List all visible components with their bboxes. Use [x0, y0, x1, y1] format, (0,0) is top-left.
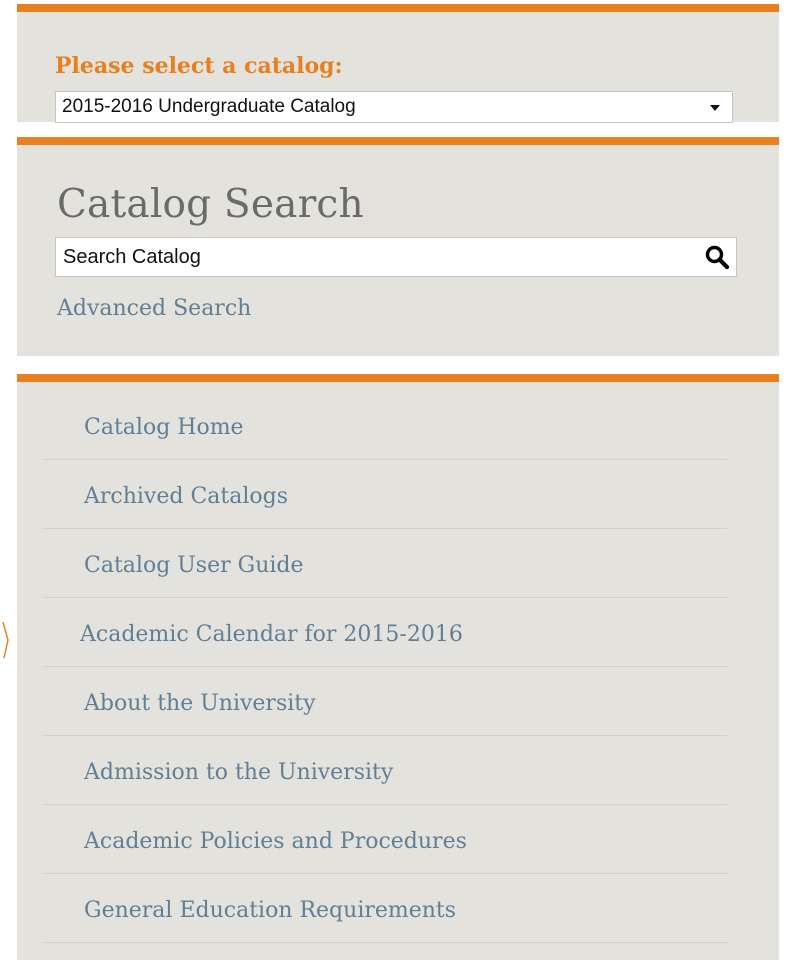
orange-top-border	[17, 137, 779, 145]
nav-item-admission: Admission to the University	[43, 736, 727, 805]
nav-item-academic-calendar: Academic Calendar for 2015-2016	[43, 598, 727, 667]
edge-annotation-mark	[2, 621, 9, 659]
nav-item-about-university: About the University	[43, 667, 727, 736]
nav-item-academic-policies: Academic Policies and Procedures	[43, 805, 727, 874]
orange-top-border	[17, 374, 779, 382]
nav-link-general-education[interactable]: General Education Requirements	[84, 896, 456, 926]
search-box	[55, 237, 737, 277]
nav-item-catalog-home: Catalog Home	[43, 391, 727, 460]
catalog-search-title: Catalog Search	[57, 182, 364, 227]
catalog-selector-panel: Please select a catalog: 2015-2016 Under…	[17, 4, 779, 123]
search-input[interactable]	[56, 238, 686, 276]
catalog-nav-panel: Catalog Home Archived Catalogs Catalog U…	[17, 374, 779, 960]
nav-link-academic-calendar[interactable]: Academic Calendar for 2015-2016	[80, 620, 463, 650]
nav-item-general-education: General Education Requirements	[43, 874, 727, 943]
catalog-dropdown-name: Undergraduate Catalog	[158, 96, 356, 117]
nav-link-about-university[interactable]: About the University	[84, 689, 316, 719]
nav-link-admission[interactable]: Admission to the University	[84, 758, 393, 788]
catalog-sidebar: Please select a catalog: 2015-2016 Under…	[0, 0, 786, 960]
catalog-dropdown[interactable]: 2015-2016 Undergraduate Catalog	[55, 91, 733, 123]
nav-item-catalog-user-guide: Catalog User Guide	[43, 529, 727, 598]
chevron-down-icon	[710, 105, 720, 111]
nav-item-archived-catalogs: Archived Catalogs	[43, 460, 727, 529]
catalog-dropdown-year: 2015-2016	[62, 96, 153, 117]
catalog-nav-list: Catalog Home Archived Catalogs Catalog U…	[43, 391, 727, 943]
nav-link-catalog-user-guide[interactable]: Catalog User Guide	[84, 551, 304, 581]
advanced-search-link[interactable]: Advanced Search	[57, 294, 251, 324]
search-icon[interactable]	[704, 244, 730, 270]
catalog-select-label: Please select a catalog:	[55, 53, 343, 79]
orange-top-border	[17, 4, 779, 12]
nav-link-archived-catalogs[interactable]: Archived Catalogs	[84, 482, 288, 512]
catalog-search-panel: Catalog Search Advanced Search	[17, 137, 779, 356]
nav-link-academic-policies[interactable]: Academic Policies and Procedures	[84, 827, 467, 857]
nav-link-catalog-home[interactable]: Catalog Home	[84, 413, 244, 443]
